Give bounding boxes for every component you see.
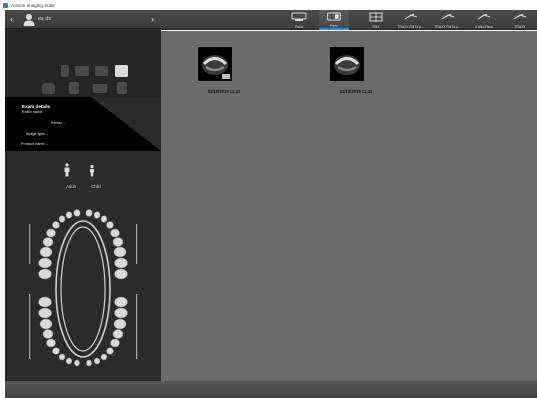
xray-image-2	[330, 47, 364, 81]
toolbar-label-3: FMX	[372, 25, 380, 29]
film-modality-icon[interactable]	[69, 82, 79, 94]
child-label: Child	[91, 184, 101, 189]
toolbar-button-4[interactable]: TRAXX FMTX p…	[394, 10, 428, 30]
window-title: Acteon Imaging Suite	[11, 2, 55, 8]
sensor-modality-icon[interactable]	[95, 66, 108, 76]
toolbar-button-1[interactable]: Pano	[285, 10, 313, 30]
document-modality-icon[interactable]	[117, 82, 127, 94]
pano-scan-icon	[327, 12, 341, 21]
exam-name-label: Exam name:	[22, 110, 44, 114]
adult-figure-icon	[64, 163, 70, 177]
window-titlebar: Acteon Imaging Suite	[0, 0, 537, 10]
dental-chart[interactable]	[5, 204, 161, 374]
exam-details-panel: Exam details Exam name: Kernel – Image t…	[5, 97, 161, 151]
next-patient-button[interactable]: ›	[151, 14, 154, 24]
toolbar-button-2[interactable]: Pano	[319, 10, 349, 30]
toolbar-label-6: 4 Wird Pano	[474, 25, 494, 29]
toolbar-label-2: Pano	[330, 24, 338, 28]
thumbnail-date-1: 02/10/2019 11:42	[207, 89, 241, 94]
previous-patient-button[interactable]: ‹	[10, 14, 13, 24]
arch-inner-line	[60, 226, 106, 352]
exam-panel-shade	[91, 97, 161, 151]
modality-icons	[5, 29, 161, 97]
intraoral-modality-icon[interactable]	[75, 66, 89, 76]
lower-right-ruler	[136, 294, 138, 359]
panoramic-icon	[291, 12, 307, 21]
user-icon	[23, 14, 35, 26]
scan-modality-icon[interactable]	[93, 84, 107, 93]
adult-label: Adult	[66, 184, 76, 189]
tooth-modality-icon[interactable]	[61, 65, 69, 77]
sensor-icon	[404, 13, 418, 20]
left-panel: ‹ es ds › Exam details Exam name: Kernel…	[5, 10, 161, 381]
toolbar-label-5: TRAXX FMTX p…	[434, 25, 462, 29]
upper-teeth	[38, 209, 128, 280]
sensor-icon	[513, 13, 527, 20]
acquisition-toolbar: Pano Pano FMX TRAXX FMTX p… TRAXX FMTX p…	[161, 10, 537, 30]
toolbar-label-4: TRAXX FMTX p…	[397, 25, 425, 29]
toolbar-button-3[interactable]: FMX	[363, 10, 389, 30]
arch-outer-line	[55, 220, 111, 358]
product-name-label: Product name –	[21, 142, 48, 146]
sensor-icon	[441, 13, 455, 20]
patient-name: es ds	[38, 16, 52, 22]
lower-left-ruler	[29, 294, 31, 359]
exam-details-heading: Exam details	[22, 104, 51, 109]
upper-left-ruler	[29, 224, 31, 264]
xray-image-1	[198, 47, 232, 81]
toolbar-label-1: Pano	[295, 25, 303, 29]
pano-modality-icon[interactable]	[115, 65, 128, 77]
bottom-status-bar	[5, 381, 537, 398]
toolbar-button-6[interactable]: 4 Wird Pano	[469, 10, 499, 30]
child-button[interactable]: Child	[87, 162, 105, 189]
upper-right-ruler	[136, 224, 138, 264]
kernel-label: Kernel –	[51, 121, 66, 125]
child-figure-icon	[90, 164, 94, 177]
sensor-icon	[477, 13, 491, 20]
toolbar-button-5[interactable]: TRAXX FMTX p…	[431, 10, 465, 30]
image-thumbnail-1[interactable]: 02/10/2019 11:42	[198, 47, 250, 94]
lower-teeth	[38, 296, 128, 367]
patient-header: ‹ es ds ›	[5, 10, 161, 29]
image-workspace[interactable]: 02/10/2019 11:42 02/10/2019 11:42	[161, 31, 537, 381]
camera-modality-icon[interactable]	[42, 83, 55, 94]
fmx-icon	[369, 12, 383, 22]
thumbnail-date-2: 02/10/2019 11:42	[339, 89, 373, 94]
image-thumbnail-2[interactable]: 02/10/2019 11:42	[330, 47, 382, 94]
adult-button[interactable]: Adult	[62, 162, 80, 189]
toolbar-button-7[interactable]: TRAXX	[507, 10, 533, 30]
toolbar-label-7: TRAXX	[514, 25, 526, 29]
image-type-label: Image type –	[26, 132, 48, 136]
app-icon	[3, 2, 8, 8]
